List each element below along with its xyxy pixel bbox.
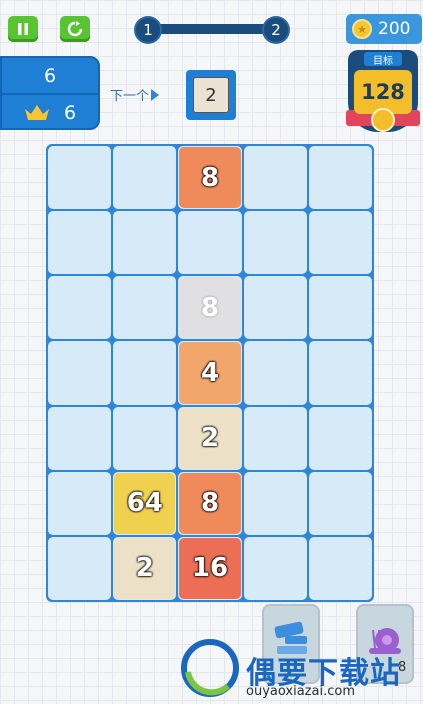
- board-cell[interactable]: [308, 211, 372, 275]
- tile: 8: [179, 147, 241, 209]
- target-label: 目标: [364, 52, 402, 67]
- board-cell[interactable]: [243, 211, 307, 275]
- board-cell[interactable]: [48, 341, 112, 405]
- target-badge: 目标 128: [346, 50, 420, 140]
- board-cell[interactable]: [178, 211, 242, 275]
- board-cell[interactable]: 2: [113, 536, 177, 600]
- coin-icon: ★: [352, 19, 372, 39]
- next-tile-preview: 2: [186, 70, 236, 120]
- board-cell[interactable]: 2: [178, 406, 242, 470]
- medal-icon: [371, 108, 395, 132]
- board-cell[interactable]: [243, 536, 307, 600]
- tile: 64: [114, 472, 176, 534]
- next-label: 下一个: [110, 85, 160, 104]
- board-cell[interactable]: [243, 146, 307, 210]
- board-cell[interactable]: [113, 211, 177, 275]
- board-cell[interactable]: [113, 146, 177, 210]
- board-cell[interactable]: 8: [178, 146, 242, 210]
- level-start-badge: 1: [136, 18, 160, 42]
- board-cell[interactable]: [113, 276, 177, 340]
- watermark-url: ouyaoxiazai.com: [246, 684, 355, 699]
- tile: 2: [114, 537, 176, 599]
- best-score-row: 6: [2, 95, 98, 130]
- board-cell[interactable]: [308, 471, 372, 535]
- coin-counter[interactable]: ★ 200: [346, 14, 422, 44]
- board-cell[interactable]: [308, 536, 372, 600]
- board-cell[interactable]: 8: [178, 471, 242, 535]
- board-cell[interactable]: [48, 406, 112, 470]
- board-cell[interactable]: [308, 341, 372, 405]
- restart-icon: [67, 21, 83, 37]
- board-cell[interactable]: [48, 146, 112, 210]
- tile: 4: [179, 342, 241, 404]
- arrow-right-icon: [151, 88, 160, 101]
- board-cell[interactable]: 16: [178, 536, 242, 600]
- board-cell[interactable]: [308, 406, 372, 470]
- restart-button[interactable]: [60, 16, 90, 42]
- board-cell[interactable]: [243, 276, 307, 340]
- level-progress: 1 2: [136, 18, 288, 42]
- board-cell[interactable]: [113, 406, 177, 470]
- watermark-logo: [178, 636, 242, 700]
- pause-button[interactable]: [8, 16, 38, 42]
- ghost-tile: 8: [179, 277, 241, 339]
- pause-icon: [18, 23, 28, 35]
- board-cell[interactable]: [48, 536, 112, 600]
- board-cell[interactable]: [113, 341, 177, 405]
- game-board[interactable]: 8 8 4 2 64 8 2 16: [46, 144, 374, 602]
- board-cell[interactable]: 64: [113, 471, 177, 535]
- board-cell[interactable]: [48, 471, 112, 535]
- crown-icon: [24, 104, 49, 120]
- current-score: 6: [43, 64, 57, 87]
- board-cell[interactable]: [243, 471, 307, 535]
- board-cell[interactable]: 8: [178, 276, 242, 340]
- board-cell[interactable]: [48, 211, 112, 275]
- tile: 8: [179, 472, 241, 534]
- next-tile-value: 2: [193, 77, 229, 113]
- board-cell[interactable]: [243, 341, 307, 405]
- level-end-badge: 2: [264, 18, 288, 42]
- board-cell[interactable]: [48, 276, 112, 340]
- board-cell[interactable]: 4: [178, 341, 242, 405]
- board-cell[interactable]: [308, 276, 372, 340]
- board-cell[interactable]: [308, 146, 372, 210]
- score-panel: 6 6: [0, 56, 100, 130]
- coin-value: 200: [378, 19, 411, 39]
- tile: 16: [179, 537, 241, 599]
- board-cell[interactable]: [243, 406, 307, 470]
- tile: 2: [179, 407, 241, 469]
- best-score: 6: [63, 101, 77, 124]
